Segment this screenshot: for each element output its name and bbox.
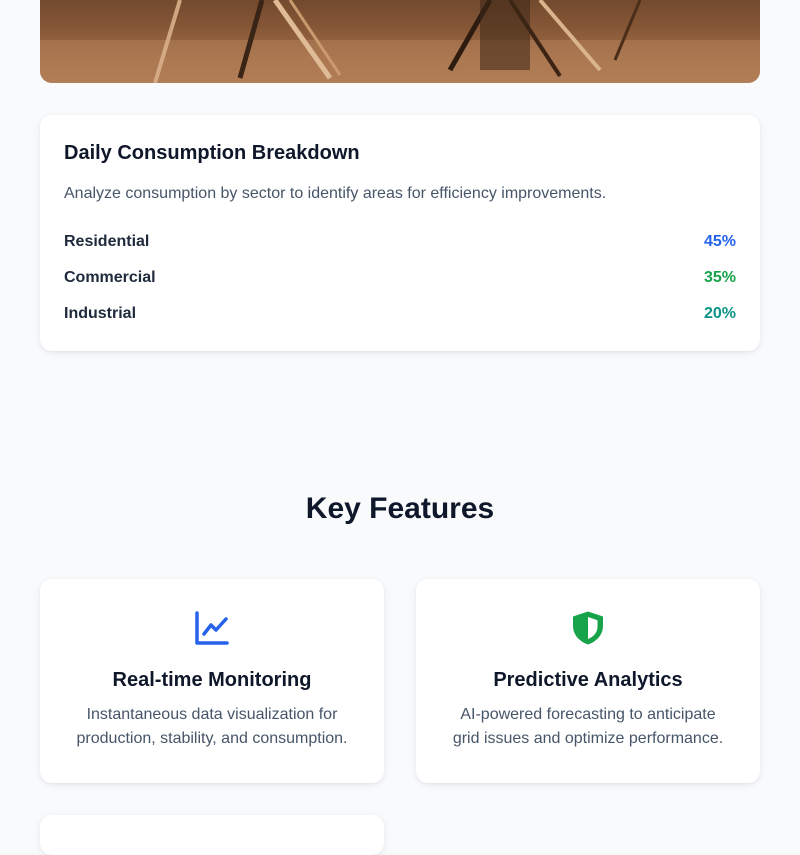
line-chart-icon xyxy=(194,610,230,646)
breakdown-description: Analyze consumption by sector to identif… xyxy=(64,185,607,202)
feature-card-realtime-monitoring: Real-time Monitoring Instantaneous data … xyxy=(40,579,384,783)
shield-icon xyxy=(570,610,606,646)
feature-card-partial xyxy=(40,815,384,855)
breakdown-row-label: Commercial xyxy=(64,269,156,286)
breakdown-row-label: Residential xyxy=(64,233,150,250)
breakdown-row-residential: Residential 45% xyxy=(64,231,736,253)
breakdown-row-value: 35% xyxy=(703,269,736,286)
consumption-breakdown-card: Daily Consumption Breakdown Analyze cons… xyxy=(40,115,760,351)
feature-description: Instantaneous data visualization for pro… xyxy=(76,706,348,747)
breakdown-row-value: 45% xyxy=(703,233,736,250)
feature-title: Predictive Analytics xyxy=(493,669,683,691)
breakdown-row-label: Industrial xyxy=(64,305,137,322)
breakdown-title: Daily Consumption Breakdown xyxy=(64,142,360,164)
hero-photo-art xyxy=(40,0,760,83)
feature-description: AI-powered forecasting to anticipate gri… xyxy=(452,706,724,747)
hero-image xyxy=(40,0,760,83)
feature-title: Real-time Monitoring xyxy=(112,669,312,691)
breakdown-row-value: 20% xyxy=(703,305,736,322)
feature-card-predictive-analytics: Predictive Analytics AI-powered forecast… xyxy=(416,579,760,783)
breakdown-row-commercial: Commercial 35% xyxy=(64,267,736,289)
key-features-heading: Key Features xyxy=(305,492,495,525)
breakdown-row-industrial: Industrial 20% xyxy=(64,303,736,325)
